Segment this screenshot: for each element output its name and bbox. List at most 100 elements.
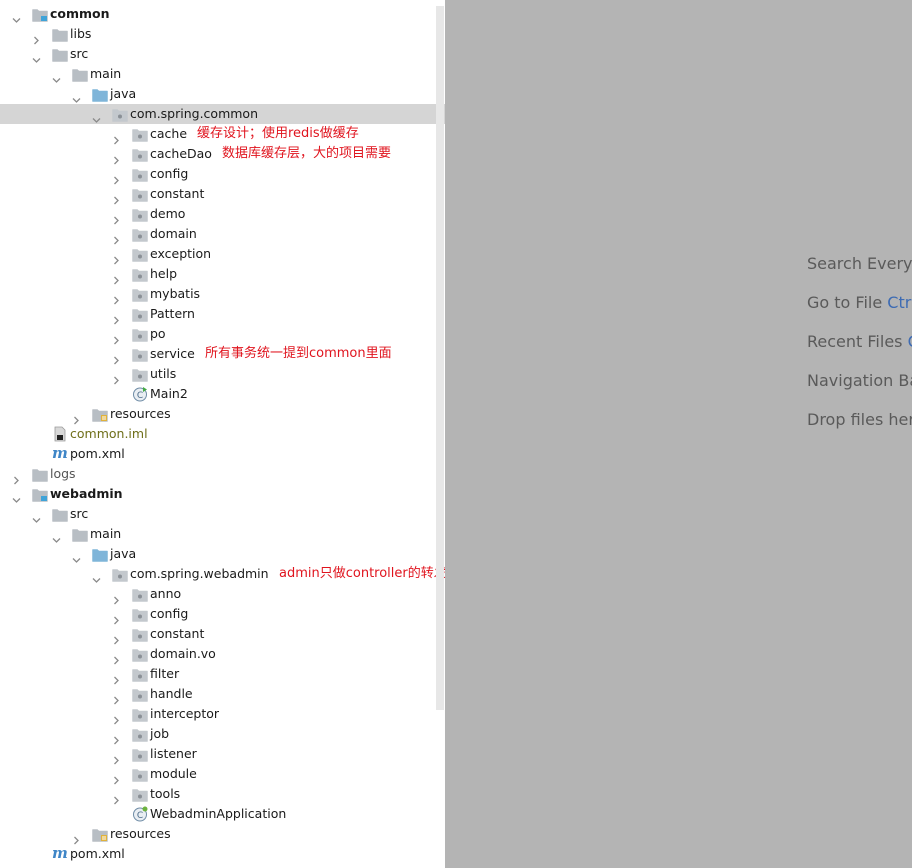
- tree-row[interactable]: constant: [0, 184, 445, 205]
- tree-row[interactable]: C WebadminApplication: [0, 804, 445, 824]
- chevron-right-icon[interactable]: [112, 770, 121, 785]
- tree-row[interactable]: C Main2: [0, 384, 445, 404]
- tree-item-label: pom.xml: [70, 446, 125, 461]
- tree-row[interactable]: resources: [0, 404, 445, 425]
- chevron-right-icon[interactable]: [112, 250, 121, 265]
- tree-item-label: main: [90, 526, 122, 541]
- tree-row[interactable]: tools: [0, 784, 445, 805]
- project-tree[interactable]: common libs src main java com.spring.common ca…: [0, 0, 698, 868]
- chevron-right-icon[interactable]: [112, 230, 121, 245]
- tree-row[interactable]: module: [0, 764, 445, 785]
- tree-row[interactable]: filter: [0, 664, 445, 685]
- tree-row[interactable]: main: [0, 524, 445, 544]
- tree-item-label: Main2: [150, 386, 188, 401]
- chevron-right-icon[interactable]: [112, 310, 121, 325]
- chevron-right-icon[interactable]: [32, 30, 41, 45]
- chevron-down-icon[interactable]: [12, 490, 21, 503]
- tree-row[interactable]: cache 缓存设计；使用redis做缓存: [0, 124, 445, 145]
- tree-row[interactable]: cacheDao 数据库缓存层，大的项目需要: [0, 144, 445, 165]
- tree-row[interactable]: domain.vo: [0, 644, 445, 665]
- chevron-right-icon[interactable]: [112, 650, 121, 665]
- tree-row[interactable]: webadmin: [0, 484, 445, 504]
- tree-row[interactable]: common: [0, 4, 445, 24]
- chevron-down-icon[interactable]: [12, 10, 21, 23]
- tree-row[interactable]: demo: [0, 204, 445, 225]
- package-icon: [132, 607, 148, 622]
- chevron-right-icon[interactable]: [12, 470, 21, 485]
- chevron-right-icon[interactable]: [112, 630, 121, 645]
- chevron-down-icon[interactable]: [52, 530, 61, 543]
- chevron-right-icon[interactable]: [112, 350, 121, 365]
- search-everywhere-hint: Search Everyw: [807, 254, 912, 273]
- tree-row[interactable]: constant: [0, 624, 445, 645]
- tree-row[interactable]: mybatis: [0, 284, 445, 305]
- chevron-down-icon[interactable]: [32, 510, 41, 523]
- tree-row[interactable]: utils: [0, 364, 445, 385]
- tree-row[interactable]: Pattern: [0, 304, 445, 325]
- chevron-down-icon[interactable]: [72, 550, 81, 563]
- chevron-right-icon[interactable]: [112, 130, 121, 145]
- tree-row[interactable]: com.spring.common: [0, 104, 445, 124]
- chevron-right-icon[interactable]: [112, 330, 121, 345]
- package-icon: [132, 167, 148, 182]
- chevron-right-icon[interactable]: [112, 790, 121, 805]
- tree-item-label: demo: [150, 206, 186, 221]
- tree-row[interactable]: java: [0, 544, 445, 564]
- tree-item-label: po: [150, 326, 166, 341]
- module-folder-icon: [32, 487, 48, 502]
- tree-item-label: com.spring.common: [130, 106, 259, 121]
- chevron-right-icon[interactable]: [112, 670, 121, 685]
- tree-row[interactable]: config: [0, 604, 445, 625]
- chevron-right-icon[interactable]: [112, 370, 121, 385]
- tree-row[interactable]: domain: [0, 224, 445, 245]
- tree-row[interactable]: m pom.xml: [0, 444, 445, 464]
- resources-folder-icon: [92, 407, 108, 422]
- tree-row[interactable]: com.spring.webadminadmin只做controller的转发，…: [0, 564, 698, 584]
- tree-row[interactable]: help: [0, 264, 445, 285]
- tree-row[interactable]: src: [0, 504, 445, 524]
- chevron-right-icon[interactable]: [112, 170, 121, 185]
- chevron-right-icon[interactable]: [112, 150, 121, 165]
- tree-item-label: common.iml: [70, 426, 148, 441]
- chevron-right-icon[interactable]: [112, 590, 121, 605]
- chevron-right-icon[interactable]: [112, 290, 121, 305]
- chevron-down-icon[interactable]: [52, 70, 61, 83]
- tree-row[interactable]: main: [0, 64, 445, 84]
- chevron-right-icon[interactable]: [112, 710, 121, 725]
- chevron-right-icon[interactable]: [72, 410, 81, 425]
- chevron-down-icon[interactable]: [72, 90, 81, 103]
- tree-scrollbar[interactable]: [436, 6, 444, 710]
- chevron-right-icon[interactable]: [72, 830, 81, 845]
- tree-item-label: main: [90, 66, 122, 81]
- tree-row[interactable]: m pom.xml: [0, 844, 445, 864]
- tree-row[interactable]: config: [0, 164, 445, 185]
- tree-item-label: cache: [150, 126, 188, 141]
- chevron-right-icon[interactable]: [112, 610, 121, 625]
- tree-row[interactable]: interceptor: [0, 704, 445, 725]
- chevron-down-icon[interactable]: [92, 570, 101, 583]
- tree-row[interactable]: resources: [0, 824, 445, 845]
- tree-row[interactable]: logs: [0, 464, 445, 485]
- chevron-right-icon[interactable]: [112, 730, 121, 745]
- chevron-right-icon[interactable]: [112, 210, 121, 225]
- tree-row[interactable]: libs: [0, 24, 445, 45]
- tree-row[interactable]: src: [0, 44, 445, 64]
- tree-row[interactable]: java: [0, 84, 445, 104]
- chevron-right-icon[interactable]: [112, 190, 121, 205]
- tree-row[interactable]: anno: [0, 584, 445, 605]
- chevron-down-icon[interactable]: [32, 50, 41, 63]
- chevron-down-icon[interactable]: [92, 110, 101, 123]
- tree-item-label: listener: [150, 746, 197, 761]
- chevron-right-icon[interactable]: [112, 270, 121, 285]
- tree-row[interactable]: po: [0, 324, 445, 345]
- tree-item-label: handle: [150, 686, 193, 701]
- tree-row[interactable]: service 所有事务统一提到common里面: [0, 344, 445, 365]
- tree-row[interactable]: common.iml: [0, 424, 445, 444]
- tree-row[interactable]: exception: [0, 244, 445, 265]
- tree-row[interactable]: job: [0, 724, 445, 745]
- chevron-right-icon[interactable]: [112, 750, 121, 765]
- editor-empty-area: Search Everyw Go to File Ctrl Recent Fil…: [445, 0, 912, 868]
- tree-row[interactable]: listener: [0, 744, 445, 765]
- tree-row[interactable]: handle: [0, 684, 445, 705]
- chevron-right-icon[interactable]: [112, 690, 121, 705]
